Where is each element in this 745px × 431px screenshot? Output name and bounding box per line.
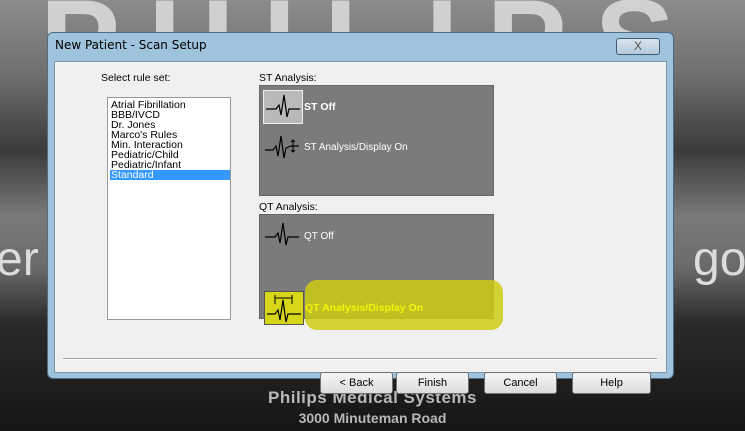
dialog-client-area: Select rule set: Atrial Fibrillation BBB… — [54, 61, 667, 394]
qt-analysis-label: QT Analysis: — [259, 201, 318, 213]
close-icon: X — [633, 39, 642, 53]
title-bar[interactable]: New Patient - Scan Setup X — [48, 33, 673, 59]
ecg-st-measure-icon — [263, 130, 303, 164]
back-button[interactable]: < Back — [320, 372, 393, 394]
st-analysis-label: ST Analysis: — [259, 72, 317, 84]
cancel-button[interactable]: Cancel — [484, 372, 557, 394]
st-analysis-display-on-option[interactable]: ST Analysis/Display On — [263, 130, 408, 164]
finish-button[interactable]: Finish — [396, 372, 469, 394]
ecg-waveform-icon — [263, 219, 303, 253]
st-analysis-display-on-label: ST Analysis/Display On — [304, 141, 408, 153]
ecg-waveform-icon — [263, 90, 303, 124]
ecg-qt-measure-icon — [264, 291, 304, 325]
st-off-option[interactable]: ST Off — [263, 90, 336, 124]
st-analysis-panel: ST Off ST Analysis/Display On — [259, 85, 494, 196]
splash-text-left: er — [0, 233, 39, 286]
qt-analysis-display-on-option[interactable]: QT Analysis/Display On — [264, 291, 423, 325]
qt-analysis-display-on-label: QT Analysis/Display On — [305, 302, 424, 314]
divider — [63, 358, 657, 360]
company-address: 3000 Minuteman Road — [298, 410, 447, 426]
st-off-label: ST Off — [304, 101, 336, 113]
rule-set-list[interactable]: Atrial Fibrillation BBB/IVCD Dr. Jones M… — [107, 97, 231, 320]
close-button[interactable]: X — [616, 38, 660, 55]
rule-set-label: Select rule set: — [101, 72, 171, 84]
scan-setup-dialog: New Patient - Scan Setup X Select rule s… — [47, 32, 674, 394]
splash-text-right: gori — [693, 233, 745, 286]
help-button[interactable]: Help — [572, 372, 651, 394]
dialog-title: New Patient - Scan Setup — [55, 38, 207, 52]
qt-off-option[interactable]: QT Off — [263, 219, 334, 253]
list-item-selected[interactable]: Standard — [110, 170, 230, 180]
qt-off-label: QT Off — [304, 230, 334, 242]
